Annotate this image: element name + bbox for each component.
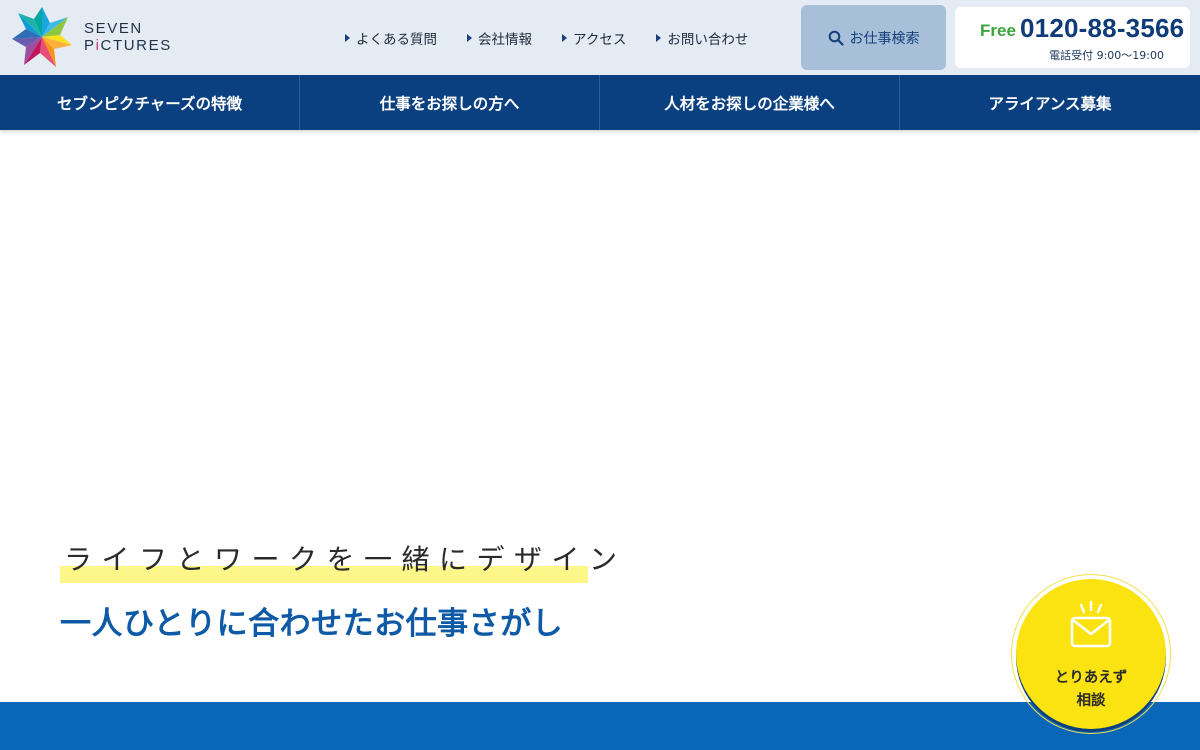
consult-label-line2: 相談 xyxy=(1076,693,1106,709)
link-contact[interactable]: お問い合わせ xyxy=(656,28,748,48)
consult-button[interactable]: とりあえず 相談 xyxy=(1016,579,1166,729)
triangle-right-icon xyxy=(467,33,472,42)
main-nav: セブンピクチャーズの特徴 仕事をお探しの方へ 人材をお探しの企業様へ アライアン… xyxy=(0,75,1200,130)
hero-title: 一人ひとりに合わせたお仕事さがし xyxy=(60,606,564,642)
consult-label-line1: とりあえず xyxy=(1054,670,1128,686)
nav-item-alliance[interactable]: アライアンス募集 xyxy=(900,75,1200,130)
link-access[interactable]: アクセス xyxy=(562,28,626,48)
nav-item-features[interactable]: セブンピクチャーズの特徴 xyxy=(0,75,300,130)
link-faq[interactable]: よくある質問 xyxy=(345,28,437,48)
job-search-label: お仕事検索 xyxy=(849,30,920,47)
triangle-right-icon xyxy=(345,33,350,42)
job-search-button[interactable]: お仕事検索 xyxy=(801,5,946,70)
phone-number: 0120-88-3566 xyxy=(1020,13,1185,43)
site-header: SEVEN PiCTURES よくある質問 会社情報 アクセス お問い合わせ お… xyxy=(0,0,1200,75)
triangle-right-icon xyxy=(562,33,567,42)
nav-item-companies[interactable]: 人材をお探しの企業様へ xyxy=(600,75,900,130)
logo-wordmark: SEVEN PiCTURES xyxy=(84,20,172,54)
hero-tagline-block: ライフとワークを一緒にデザイン xyxy=(60,538,617,584)
free-dial-label: Free xyxy=(980,21,1016,40)
envelope-icon xyxy=(1070,601,1112,648)
nav-item-job-seekers[interactable]: 仕事をお探しの方へ xyxy=(300,75,600,130)
utility-links: よくある質問 会社情報 アクセス お問い合わせ xyxy=(345,0,778,75)
triangle-right-icon xyxy=(656,33,662,42)
hero-tagline: ライフとワークを一緒にデザイン xyxy=(64,543,627,576)
phone-contact[interactable]: Free 0120-88-3566 電話受付 9:00〜19:00 xyxy=(955,7,1190,68)
site-logo[interactable]: SEVEN PiCTURES xyxy=(10,5,230,69)
phone-hours: 電話受付 9:00〜19:00 xyxy=(1049,49,1164,62)
link-company[interactable]: 会社情報 xyxy=(467,28,532,48)
star-burst-logo-icon xyxy=(12,7,72,67)
search-icon xyxy=(828,30,844,46)
